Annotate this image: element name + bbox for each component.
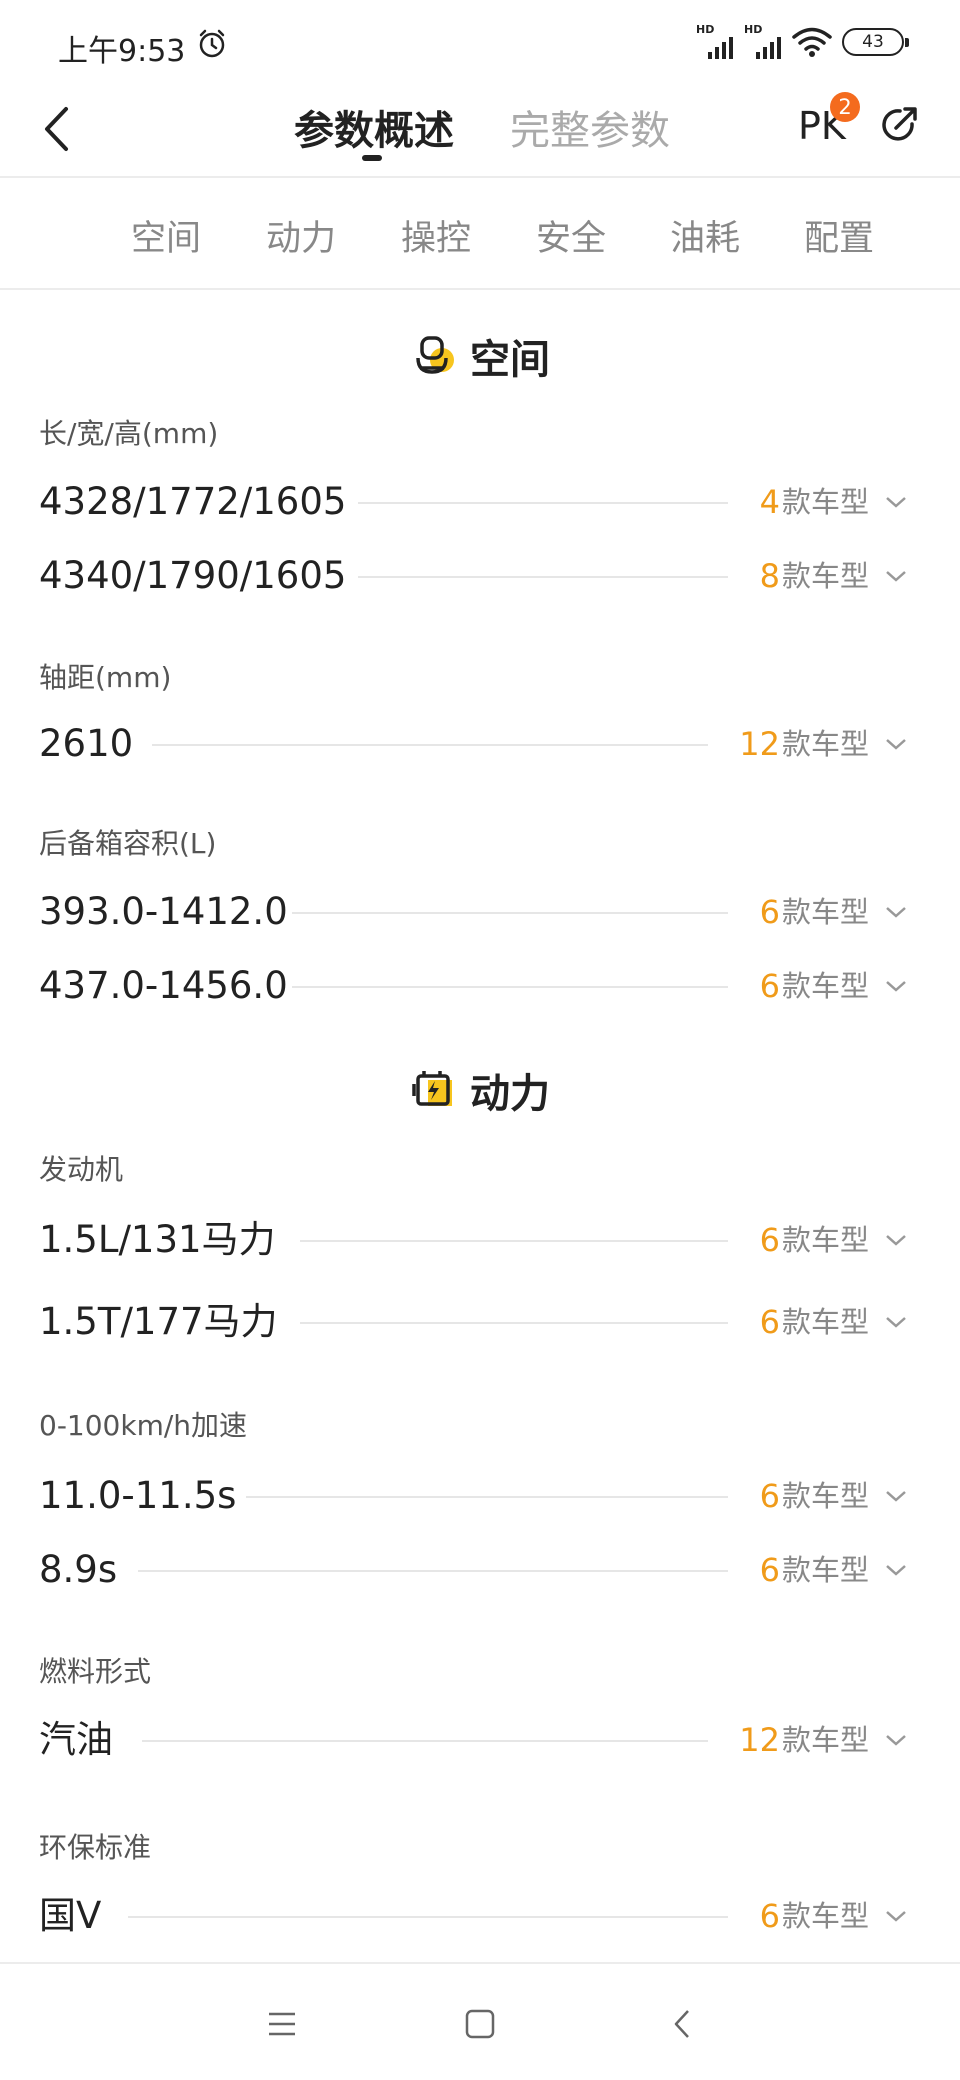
category-tab-safety[interactable]: 安全 (536, 210, 606, 261)
param-row[interactable]: 8.9s 6 款车型 (0, 1540, 960, 1600)
section-title-power: 动力 (470, 1071, 550, 1117)
wifi-icon (792, 27, 832, 57)
tab-overview[interactable]: 参数概述 (294, 98, 454, 156)
section-title-space: 空间 (470, 337, 550, 383)
group-label-emission: 环保标准 (39, 1831, 152, 1864)
share-icon[interactable] (876, 102, 922, 148)
chevron-left-icon (45, 107, 68, 151)
chevron-down-icon (886, 1235, 906, 1246)
category-tab-fuel[interactable]: 油耗 (670, 210, 740, 261)
group-label-acceleration: 0-100km/h加速 (39, 1409, 248, 1442)
tab-full-params[interactable]: 完整参数 (510, 98, 670, 156)
category-tab-handling[interactable]: 操控 (401, 210, 471, 261)
group-label-engine: 发动机 (39, 1153, 124, 1186)
param-row[interactable]: 11.0-11.5s 6 款车型 (0, 1466, 960, 1526)
pk-count-badge: 2 (830, 92, 860, 122)
section-header-space: 空间 (0, 326, 960, 386)
param-row[interactable]: 437.0-1456.0 6 款车型 (0, 956, 960, 1016)
back-triangle-icon (674, 2010, 689, 2038)
category-tab-space[interactable]: 空间 (131, 210, 201, 261)
menu-icon (269, 2012, 295, 2036)
param-row[interactable]: 国V 6 款车型 (0, 1886, 960, 1946)
param-row[interactable]: 1.5L/131马力 6 款车型 (0, 1210, 960, 1270)
top-header: 参数概述 完整参数 PK 2 (0, 80, 960, 178)
signal-icon-2: HD (744, 23, 782, 59)
chevron-down-icon (886, 497, 906, 508)
chevron-down-icon (886, 981, 906, 992)
chevron-down-icon (886, 1565, 906, 1576)
group-label-trunk: 后备箱容积(L) (39, 827, 217, 860)
menu-button[interactable] (254, 1996, 310, 2052)
signal-icon: HD (696, 23, 734, 59)
seat-icon (416, 336, 454, 374)
param-row[interactable]: 汽油 12 款车型 (0, 1710, 960, 1770)
status-icons: HD HD 43 (696, 23, 909, 60)
chevron-down-icon (886, 571, 906, 582)
group-label-fuel-type: 燃料形式 (39, 1655, 152, 1688)
system-nav-bar (0, 1962, 960, 2080)
nav-back-button[interactable] (654, 1996, 710, 2052)
status-time: 上午9:53 (58, 34, 186, 69)
category-tab-config[interactable]: 配置 (804, 210, 874, 261)
chevron-down-icon (886, 1317, 906, 1328)
param-row[interactable]: 4328/1772/1605 4 款车型 (0, 472, 960, 532)
param-row[interactable]: 1.5T/177马力 6 款车型 (0, 1292, 960, 1352)
battery-engine-icon (412, 1071, 452, 1106)
tab-indicator (362, 155, 382, 161)
status-bar: 上午9:53 HD HD 43 (0, 0, 960, 80)
chevron-down-icon (886, 907, 906, 918)
chevron-down-icon (886, 1911, 906, 1922)
chevron-down-icon (886, 1491, 906, 1502)
alarm-icon (199, 29, 225, 58)
back-button[interactable] (28, 96, 84, 162)
chevron-down-icon (886, 1735, 906, 1746)
battery-indicator: 43 (842, 28, 909, 56)
param-row[interactable]: 393.0-1412.0 6 款车型 (0, 882, 960, 942)
home-square-icon (465, 2009, 495, 2039)
category-tabs: 空间 动力 操控 安全 油耗 配置 (0, 180, 960, 290)
category-tab-power[interactable]: 动力 (266, 210, 336, 261)
home-button[interactable] (452, 1996, 508, 2052)
param-row[interactable]: 2610 12 款车型 (0, 714, 960, 774)
param-row[interactable]: 4340/1790/1605 8 款车型 (0, 546, 960, 606)
group-label-wheelbase: 轴距(mm) (39, 661, 172, 694)
pk-button[interactable]: PK 2 (796, 92, 866, 162)
section-header-power: 动力 (0, 1060, 960, 1120)
group-label-dimensions: 长/宽/高(mm) (39, 417, 219, 450)
chevron-down-icon (886, 739, 906, 750)
